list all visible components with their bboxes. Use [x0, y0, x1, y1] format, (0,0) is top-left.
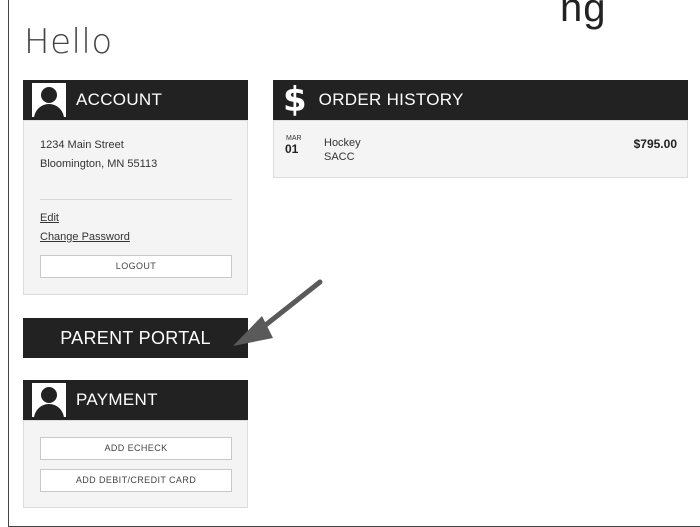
- account-panel: 1234 Main Street Bloomington, MN 55113 E…: [23, 120, 248, 295]
- account-title: ACCOUNT: [76, 90, 163, 109]
- order-day: 01: [285, 142, 299, 156]
- order-month: MAR: [286, 135, 302, 142]
- order-sub: SACC: [324, 151, 355, 163]
- dollar-icon: $: [283, 80, 307, 120]
- divider: [40, 199, 232, 200]
- order-history-title: ORDER HISTORY: [318, 90, 464, 109]
- add-echeck-button[interactable]: ADD ECHECK: [40, 437, 232, 460]
- payment-header: PAYMENT: [23, 380, 248, 420]
- page-title: Hello: [24, 22, 113, 62]
- payment-title: PAYMENT: [76, 390, 158, 409]
- parent-portal-label: PARENT PORTAL: [60, 327, 211, 348]
- user-icon: [32, 383, 66, 417]
- user-icon: [32, 83, 66, 117]
- order-history-header: $ ORDER HISTORY: [273, 80, 688, 120]
- edit-link[interactable]: Edit: [40, 212, 59, 224]
- clipped-heading: ng: [560, 0, 607, 30]
- payment-panel: ADD ECHECK ADD DEBIT/CREDIT CARD: [23, 420, 248, 508]
- address-line-2: Bloomington, MN 55113: [40, 158, 158, 170]
- order-name: Hockey: [324, 137, 361, 149]
- add-card-button[interactable]: ADD DEBIT/CREDIT CARD: [40, 469, 232, 492]
- change-password-link[interactable]: Change Password: [40, 231, 130, 243]
- order-history-panel: MAR 01 Hockey SACC $795.00: [273, 120, 688, 178]
- logout-button[interactable]: LOGOUT: [40, 255, 232, 278]
- parent-portal-button[interactable]: PARENT PORTAL: [23, 318, 248, 358]
- account-header: ACCOUNT: [23, 80, 248, 120]
- order-amount: $795.00: [633, 137, 677, 151]
- address-line-1: 1234 Main Street: [40, 139, 124, 151]
